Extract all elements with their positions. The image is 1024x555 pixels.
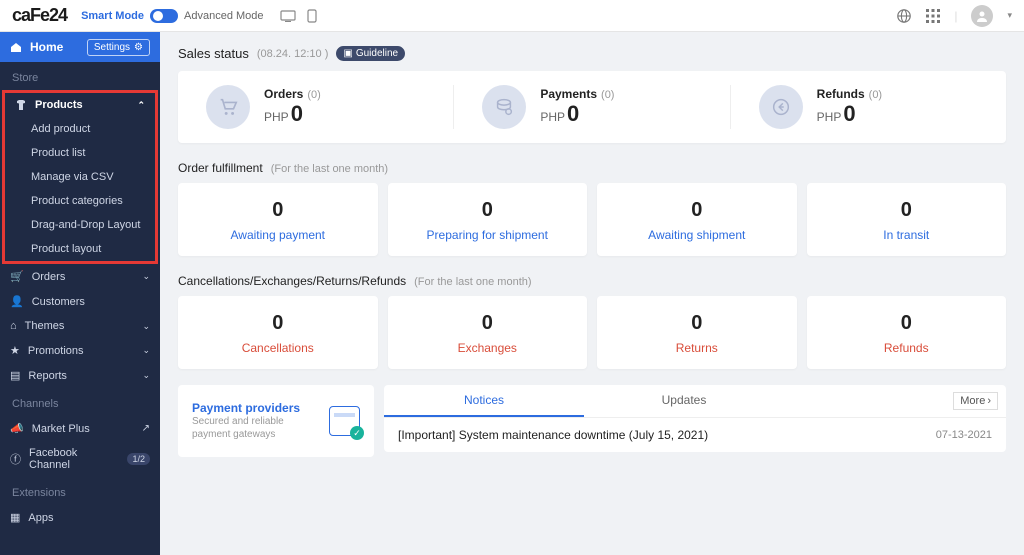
more-button[interactable]: More›	[953, 392, 998, 410]
topbar: caFe24 Smart Mode Advanced Mode | ▾	[0, 0, 1024, 32]
coins-icon	[482, 85, 526, 129]
chevron-down-icon: ⌄	[142, 370, 150, 381]
sidebar-sub-product-categories[interactable]: Product categories	[5, 189, 155, 213]
payment-providers-card[interactable]: Payment providers Secured and reliable p…	[178, 385, 374, 457]
gear-icon: ⚙	[134, 42, 143, 53]
check-icon: ✓	[350, 426, 364, 440]
shirt-icon	[15, 99, 27, 111]
mode-toggle[interactable]	[150, 9, 178, 23]
star-icon: ★	[10, 344, 20, 357]
home-icon	[10, 41, 22, 53]
device-icons	[280, 9, 320, 23]
section-extensions: Extensions	[0, 477, 160, 505]
sidebar-sub-dragdrop-layout[interactable]: Drag-and-Drop Layout	[5, 213, 155, 237]
fulfillment-grid: 0Awaiting payment 0Preparing for shipmen…	[178, 183, 1006, 256]
refund-icon	[759, 85, 803, 129]
mobile-icon[interactable]	[304, 9, 320, 23]
avatar[interactable]	[971, 5, 993, 27]
home-icon: ⌂	[10, 320, 17, 332]
chevron-right-icon: ›	[987, 395, 991, 407]
sidebar-item-marketplus[interactable]: 📣Market Plus↗	[0, 416, 160, 441]
refunds-grid: 0Cancellations 0Exchanges 0Returns 0Refu…	[178, 296, 1006, 369]
person-icon: 👤	[10, 295, 24, 308]
apps-icon: ▦	[10, 511, 20, 524]
facebook-badge: 1/2	[127, 453, 150, 465]
external-link-icon: ↗	[142, 423, 150, 434]
order-fulfillment-header: Order fulfillment(For the last one month…	[178, 161, 1006, 175]
notice-row[interactable]: [Important] System maintenance downtime …	[384, 417, 1006, 452]
payment-providers-title: Payment providers	[192, 401, 319, 415]
desktop-icon[interactable]	[280, 9, 296, 23]
tile-awaiting-payment[interactable]: 0Awaiting payment	[178, 183, 378, 256]
sidebar-sub-manage-csv[interactable]: Manage via CSV	[5, 165, 155, 189]
chevron-down-icon: ⌄	[142, 321, 150, 332]
sidebar-item-customers[interactable]: 👤Customers	[0, 289, 160, 314]
sidebar-item-themes[interactable]: ⌂Themes⌄	[0, 314, 160, 338]
cart-icon: 🛒	[10, 270, 24, 283]
stat-payments[interactable]: Payments(0)PHP0	[454, 85, 730, 129]
sidebar-item-reports[interactable]: ▤Reports⌄	[0, 363, 160, 388]
section-channels: Channels	[0, 388, 160, 416]
sidebar-sub-add-product[interactable]: Add product	[5, 117, 155, 141]
sidebar-item-orders[interactable]: 🛒Orders⌄	[0, 264, 160, 289]
tile-refunds[interactable]: 0Refunds	[807, 296, 1007, 369]
globe-icon[interactable]	[896, 8, 912, 24]
sidebar-item-apps[interactable]: ▦Apps	[0, 505, 160, 530]
facebook-icon: ⓕ	[10, 451, 21, 467]
sidebar-sub-product-list[interactable]: Product list	[5, 141, 155, 165]
sidebar-item-facebook[interactable]: ⓕFacebook Channel1/2	[0, 441, 160, 477]
tile-cancellations[interactable]: 0Cancellations	[178, 296, 378, 369]
sales-status-title: Sales status	[178, 46, 249, 61]
sales-status-header: Sales status (08.24. 12:10 ) ▣Guideline	[178, 46, 1006, 61]
chevron-down-icon: ⌄	[142, 271, 150, 282]
guideline-badge[interactable]: ▣Guideline	[336, 46, 405, 61]
sidebar: Home Settings⚙ Store Products⌃ Add produ…	[0, 32, 160, 555]
notices-tabs: Notices Updates More›	[384, 385, 1006, 417]
chevron-down-icon[interactable]: ▾	[1007, 10, 1012, 21]
home-header[interactable]: Home Settings⚙	[0, 32, 160, 62]
sales-status-card: Orders(0)PHP0 Payments(0)PHP0 Refunds(0)…	[178, 71, 1006, 143]
notices-panel: Notices Updates More› [Important] System…	[384, 385, 1006, 452]
tile-awaiting-shipment[interactable]: 0Awaiting shipment	[597, 183, 797, 256]
tile-in-transit[interactable]: 0In transit	[807, 183, 1007, 256]
settings-button[interactable]: Settings⚙	[87, 39, 150, 56]
book-icon: ▣	[343, 48, 352, 59]
tab-notices[interactable]: Notices	[384, 385, 584, 417]
sidebar-item-products[interactable]: Products⌃	[5, 93, 155, 117]
payment-providers-subtitle: Secured and reliable payment gateways	[192, 415, 319, 441]
stat-refunds[interactable]: Refunds(0)PHP0	[731, 85, 1006, 129]
megaphone-icon: 📣	[10, 422, 24, 435]
sales-timestamp: (08.24. 12:10 )	[257, 48, 329, 60]
notice-date: 07-13-2021	[936, 429, 992, 441]
main-content: Sales status (08.24. 12:10 ) ▣Guideline …	[160, 32, 1024, 555]
notice-title: [Important] System maintenance downtime …	[398, 428, 708, 442]
stat-orders[interactable]: Orders(0)PHP0	[178, 85, 454, 129]
tile-preparing-shipment[interactable]: 0Preparing for shipment	[388, 183, 588, 256]
tile-exchanges[interactable]: 0Exchanges	[388, 296, 588, 369]
section-store: Store	[0, 62, 160, 90]
sidebar-item-promotions[interactable]: ★Promotions⌄	[0, 338, 160, 363]
sidebar-sub-product-layout[interactable]: Product layout	[5, 237, 155, 261]
logo: caFe24	[12, 5, 67, 26]
advanced-mode-label: Advanced Mode	[184, 10, 264, 22]
card-icon: ✓	[329, 406, 360, 436]
home-label: Home	[30, 40, 63, 54]
tab-updates[interactable]: Updates	[584, 385, 784, 417]
chevron-up-icon: ⌃	[137, 100, 145, 111]
tile-returns[interactable]: 0Returns	[597, 296, 797, 369]
smart-mode-label: Smart Mode	[81, 10, 144, 22]
chart-icon: ▤	[10, 369, 20, 382]
cart-icon	[206, 85, 250, 129]
refunds-header: Cancellations/Exchanges/Returns/Refunds(…	[178, 274, 1006, 288]
highlighted-products-group: Products⌃ Add product Product list Manag…	[2, 90, 158, 264]
chevron-down-icon: ⌄	[142, 345, 150, 356]
apps-grid-icon[interactable]	[926, 9, 940, 23]
